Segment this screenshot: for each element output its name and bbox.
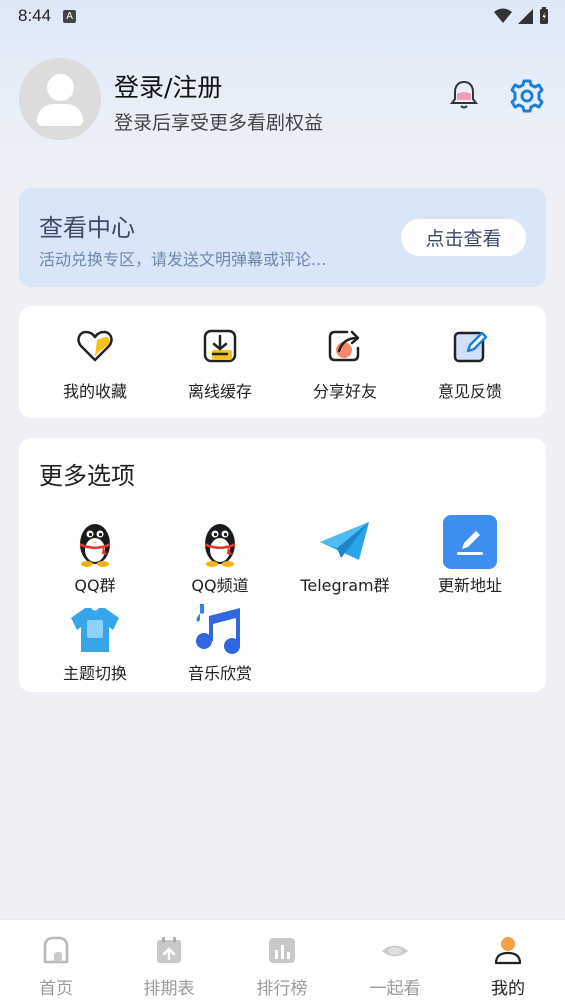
- bell-icon[interactable]: [447, 78, 481, 112]
- feedback-edit-icon: [453, 331, 488, 363]
- ranking-chart-icon: [269, 938, 295, 963]
- tab-label: 排行榜: [256, 979, 308, 999]
- heart-icon: [77, 330, 113, 362]
- telegram-group-button[interactable]: Telegram群: [285, 514, 405, 596]
- option-label: 主题切换: [62, 664, 127, 683]
- view-center-title: 查看中心: [39, 214, 135, 242]
- option-label: Telegram群: [300, 576, 390, 595]
- quick-action-label: 分享好友: [312, 382, 377, 401]
- tab-ranking[interactable]: 排行榜: [242, 934, 322, 999]
- tab-schedule[interactable]: 排期表: [129, 934, 209, 999]
- quick-actions-card: 我的收藏 离线缓存 分享好友 意见反馈: [19, 306, 546, 418]
- tab-watch-together[interactable]: 一起看: [355, 934, 435, 999]
- pen-edit-icon: [443, 515, 497, 569]
- tab-label: 我的: [491, 979, 525, 999]
- feedback-button[interactable]: 意见反馈: [420, 326, 520, 402]
- status-bar: 8:44 A: [0, 0, 565, 32]
- tab-home[interactable]: 首页: [16, 934, 96, 999]
- music-button[interactable]: 音乐欣赏: [160, 602, 280, 684]
- more-options-title: 更多选项: [39, 462, 135, 490]
- tab-label: 首页: [39, 979, 73, 999]
- eye-icon: [382, 945, 408, 957]
- view-center-card: 查看中心 活动兑换专区，请发送文明弹幕或评论... 点击查看: [19, 188, 546, 287]
- quick-action-label: 我的收藏: [62, 382, 127, 401]
- login-register-link[interactable]: 登录/注册: [114, 68, 222, 104]
- view-center-button[interactable]: 点击查看: [401, 219, 526, 256]
- tab-profile[interactable]: 我的: [468, 934, 548, 999]
- share-friends-button[interactable]: 分享好友: [295, 326, 395, 402]
- quick-action-label: 离线缓存: [187, 382, 252, 401]
- update-address-button[interactable]: 更新地址: [410, 514, 530, 596]
- tab-label: 一起看: [369, 979, 421, 999]
- option-label: QQ频道: [191, 576, 249, 595]
- avatar[interactable]: [19, 58, 101, 140]
- offline-cache-button[interactable]: 离线缓存: [170, 326, 270, 402]
- notification-badge: A: [63, 9, 77, 23]
- status-icons: [494, 7, 549, 25]
- favorites-button[interactable]: 我的收藏: [45, 326, 145, 402]
- login-subtitle: 登录后享受更多看剧权益: [114, 112, 324, 134]
- quick-action-label: 意见反馈: [437, 382, 502, 401]
- gear-icon[interactable]: [509, 78, 545, 114]
- qq-penguin-icon: [205, 524, 235, 567]
- bottom-tab-bar: 首页 排期表 排行榜 一起看 我的: [0, 919, 565, 1004]
- qq-channel-button[interactable]: QQ频道: [160, 514, 280, 596]
- home-icon: [43, 936, 69, 964]
- option-label: 音乐欣赏: [187, 664, 252, 683]
- music-note-icon: [196, 604, 240, 654]
- qq-penguin-icon: [80, 524, 110, 567]
- view-center-subtitle: 活动兑换专区，请发送文明弹幕或评论...: [39, 250, 327, 269]
- share-icon: [328, 330, 360, 362]
- more-options-card: 更多选项 QQ群 QQ频道 Telegram群 更新地址 主题切换 音乐欣赏: [19, 438, 546, 692]
- battery-icon: [540, 7, 548, 24]
- user-icon: [494, 937, 522, 965]
- theme-switch-button[interactable]: 主题切换: [35, 602, 155, 684]
- signal-icon: [518, 9, 533, 24]
- telegram-plane-icon: [320, 522, 369, 560]
- wifi-icon: [494, 8, 512, 23]
- qq-group-button[interactable]: QQ群: [35, 514, 155, 596]
- tshirt-icon: [71, 608, 119, 652]
- option-label: 更新地址: [437, 576, 502, 595]
- status-time: 8:44: [18, 6, 52, 25]
- profile-header: 登录/注册 登录后享受更多看剧权益: [19, 58, 549, 142]
- download-icon: [203, 329, 237, 363]
- calendar-icon: [157, 937, 181, 963]
- option-label: QQ群: [74, 576, 116, 595]
- tab-label: 排期表: [143, 979, 195, 999]
